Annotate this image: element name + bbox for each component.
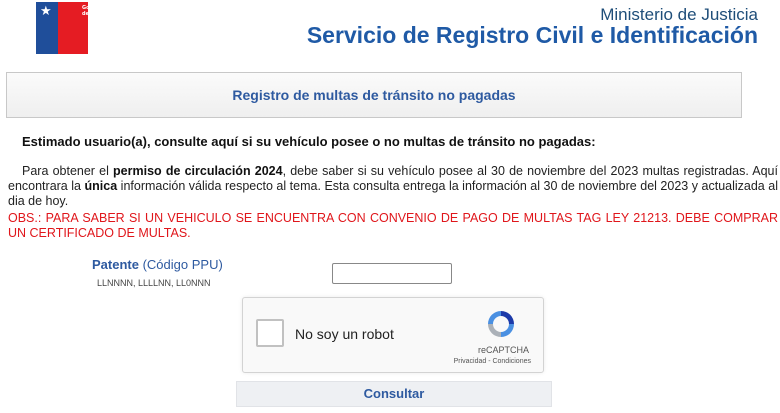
patente-format-hint: LLNNNN, LLLLNN, LL0NNN xyxy=(97,278,211,288)
recaptcha-terms-link[interactable]: Privacidad - Condiciones xyxy=(454,358,531,365)
page-title: Registro de multas de tránsito no pagada… xyxy=(232,87,516,103)
info-paragraph: Para obtener el permiso de circulación 2… xyxy=(8,164,778,209)
para-part1: Para obtener el xyxy=(22,164,114,178)
patente-label-text: Patente xyxy=(92,257,139,272)
recaptcha-icon xyxy=(488,311,514,337)
obs-warning: OBS.: PARA SABER SI UN VEHICULO SE ENCUE… xyxy=(8,211,778,241)
para-part3: información válida respecto al tema. Est… xyxy=(8,179,778,208)
para-bold2: única xyxy=(84,179,118,193)
intro-text: Estimado usuario(a), consulte aquí si su… xyxy=(22,134,596,149)
servicio-title: Servicio de Registro Civil e Identificac… xyxy=(306,22,758,48)
logo-text: Gobierno de Chile xyxy=(82,5,108,17)
star-icon: ★ xyxy=(40,4,52,19)
recaptcha-checkbox[interactable] xyxy=(256,319,284,347)
consultar-button[interactable]: Consultar xyxy=(236,381,552,407)
recaptcha-label: No soy un robot xyxy=(295,326,394,342)
recaptcha-brand: reCAPTCHA xyxy=(477,345,529,355)
gobierno-de-chile-logo: ★ Gobierno de Chile xyxy=(36,2,108,54)
patente-label: Patente (Código PPU) xyxy=(92,257,223,272)
page-title-box: Registro de multas de tránsito no pagada… xyxy=(6,72,742,118)
patente-input[interactable] xyxy=(332,263,452,284)
codigo-ppu-label: (Código PPU) xyxy=(142,257,223,272)
para-bold1: permiso de circulación 2024 xyxy=(113,164,283,178)
recaptcha-widget: No soy un robot reCAPTCHA Privacidad - C… xyxy=(242,297,544,373)
obs-text: OBS.: PARA SABER SI UN VEHICULO SE ENCUE… xyxy=(8,211,778,240)
